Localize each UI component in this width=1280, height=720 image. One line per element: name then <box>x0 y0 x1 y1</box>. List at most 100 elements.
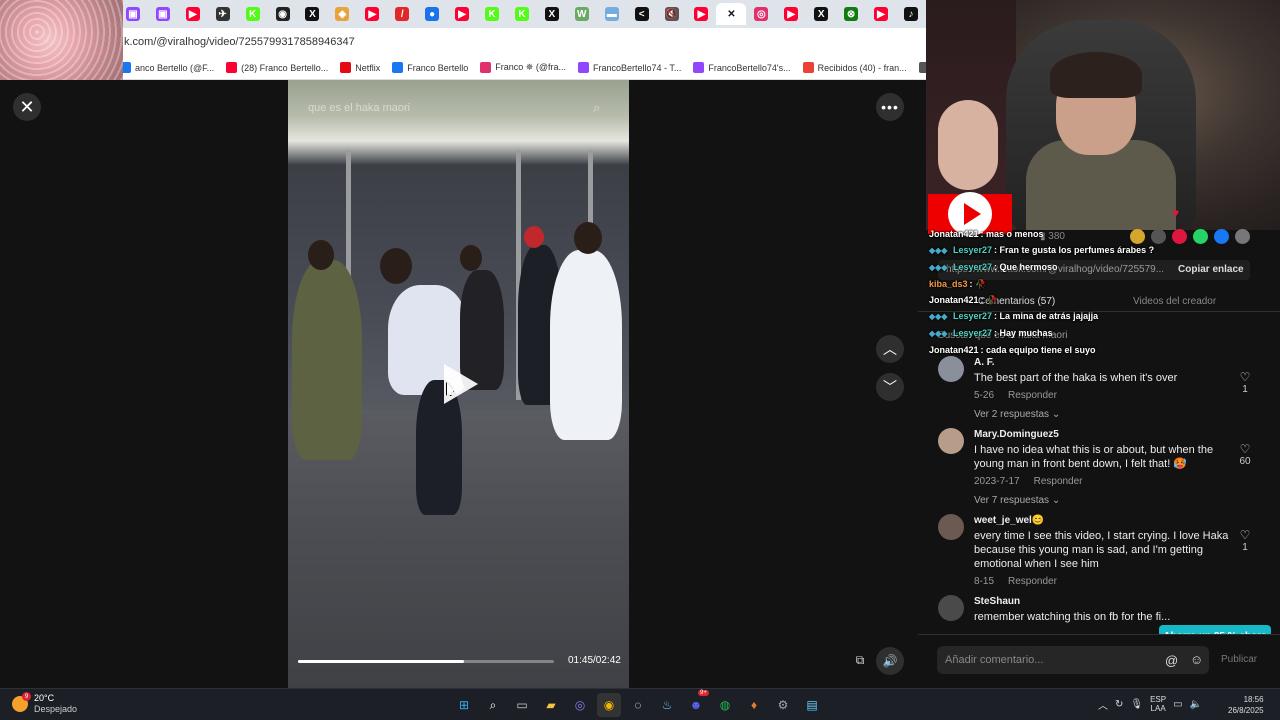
file-explorer-icon[interactable]: ▰ <box>539 693 563 717</box>
browser-tab[interactable]: ● <box>417 3 447 25</box>
instagram-icon: ◎ <box>754 7 769 21</box>
browser-tab[interactable]: X <box>298 3 328 25</box>
spotify-icon[interactable]: ◍ <box>713 693 737 717</box>
language-indicator[interactable]: ESP LAA <box>1150 695 1166 713</box>
browser-tab[interactable]: ◉ <box>268 3 298 25</box>
more-options-button[interactable]: ••• <box>876 93 904 121</box>
browser-tab[interactable]: ⊗ <box>836 3 866 25</box>
avatar[interactable] <box>938 356 964 382</box>
bookmark-item[interactable]: Franco ✵ (@fra... <box>480 62 566 73</box>
steam-icon[interactable]: ♨ <box>655 693 679 717</box>
previous-video-button[interactable]: ︿ <box>876 335 904 363</box>
browser-tab[interactable]: K <box>477 3 507 25</box>
discord-icon[interactable]: ☻ 9+ <box>684 690 709 717</box>
chrome-icon[interactable]: ◉ <box>597 693 621 717</box>
weather-sun-icon: 9 <box>12 692 31 712</box>
comment-author[interactable]: weet_je_wel😊 <box>974 514 1258 528</box>
bookmark-item[interactable]: FrancoBertello74's... <box>693 62 791 73</box>
volume-button[interactable]: 🔊 <box>876 647 904 675</box>
display-icon[interactable]: ▭ <box>1173 699 1182 710</box>
mention-icon[interactable]: @ <box>1165 653 1178 668</box>
bookmark-item[interactable]: Recibidos (40) - fran... <box>802 62 907 73</box>
view-replies-button[interactable]: Ver 2 respuestas ⌄ <box>974 409 1258 420</box>
browser-tab[interactable]: ▶ <box>178 3 208 25</box>
browser-tab[interactable]: ♪ <box>896 3 926 25</box>
browser-tab[interactable]: ✈ <box>208 3 238 25</box>
browser-tab[interactable]: ▶ <box>357 3 387 25</box>
video-player[interactable]: que es el haka maori ⌕ 01:45/02:42 <box>288 80 629 688</box>
browser-tab[interactable]: X <box>806 3 836 25</box>
browser-tab[interactable]: / <box>387 3 417 25</box>
whatsapp-icon[interactable] <box>1193 229 1208 244</box>
clock[interactable]: 18:56 26/8/2025 <box>1228 694 1264 716</box>
browser-tab[interactable]: K <box>238 3 268 25</box>
share-arrow-icon[interactable] <box>1235 229 1250 244</box>
comment-author[interactable]: A. F. <box>974 356 1258 370</box>
browser-tab[interactable]: ✕ <box>716 3 747 25</box>
bookmark-item[interactable]: Franco Bertello <box>392 62 468 73</box>
browser-tab[interactable]: X <box>537 3 567 25</box>
video-figure <box>550 250 622 440</box>
picture-in-picture-button[interactable]: ⧉ <box>848 648 872 672</box>
video-figure-head <box>574 222 602 254</box>
reply-button[interactable]: Responder <box>1034 476 1083 487</box>
publish-button[interactable]: Publicar <box>1221 654 1257 665</box>
avatar[interactable] <box>938 514 964 540</box>
browser-tab[interactable]: ▶ <box>866 3 896 25</box>
facebook-icon[interactable] <box>1214 229 1229 244</box>
browser-tab[interactable]: < <box>627 3 657 25</box>
comment-author[interactable]: SteShaun <box>974 595 1258 609</box>
like-button[interactable]: ♡ 1 <box>1238 528 1252 553</box>
obs-icon[interactable]: ◌ <box>626 693 650 717</box>
chevron-up-icon[interactable]: ︿ <box>1098 697 1108 712</box>
view-replies-button[interactable]: Ver 7 respuestas ⌄ <box>974 495 1258 506</box>
close-button[interactable]: ✕ <box>13 93 41 121</box>
x-icon: X <box>544 7 559 21</box>
browser-tab[interactable]: ▶ <box>776 3 806 25</box>
emoji-icon[interactable]: ☺ <box>1190 652 1203 667</box>
avatar[interactable] <box>938 428 964 454</box>
reply-button[interactable]: Responder <box>1008 576 1057 587</box>
next-video-button[interactable]: ﹀ <box>876 373 904 401</box>
browser-tab[interactable]: K <box>507 3 537 25</box>
like-button[interactable]: ♡ 60 <box>1238 442 1252 467</box>
search-icon[interactable]: ⌕ <box>593 100 600 116</box>
like-button[interactable]: ♡ 1 <box>1238 370 1252 395</box>
task-view-icon[interactable]: ▭ <box>510 693 534 717</box>
browser-tab[interactable]: ◎ <box>746 3 776 25</box>
kick-icon: K <box>245 7 260 21</box>
streamer-hair <box>1050 52 1142 98</box>
browser-tab[interactable]: W <box>567 3 597 25</box>
browser-tab[interactable]: ▬ <box>597 3 627 25</box>
sync-icon[interactable]: ↻ <box>1115 699 1123 710</box>
search-icon[interactable]: ⌕ <box>481 693 505 717</box>
play-icon[interactable] <box>444 364 478 404</box>
browser-tab[interactable]: ▣ <box>148 3 178 25</box>
bookmark-item[interactable]: anco Bertello (@F... <box>120 62 214 73</box>
bookmark-item[interactable]: Netflix <box>340 62 380 73</box>
browser-tab[interactable]: 🔇 <box>657 3 687 25</box>
view-replies-label: Ver 7 respuestas <box>974 495 1050 506</box>
game-launcher-icon[interactable]: ♦ <box>742 693 766 717</box>
reply-button[interactable]: Responder <box>1008 390 1057 401</box>
weather-widget[interactable]: 9 20°C Despejado <box>12 692 77 715</box>
avatar[interactable] <box>938 595 964 621</box>
app-circle-icon[interactable]: ◎ <box>568 693 592 717</box>
bookmark-item[interactable]: outlook <box>918 62 926 73</box>
chat-badge-icon: ◆◆◆ <box>929 329 948 338</box>
settings-gear-icon[interactable]: ⚙ <box>771 693 795 717</box>
windows-start-icon[interactable]: ⊞ <box>452 693 476 717</box>
bookmark-item[interactable]: (28) Franco Bertello... <box>226 62 328 73</box>
browser-tab[interactable]: ▶ <box>447 3 477 25</box>
address-url[interactable]: k.com/@viralhog/video/725579931785894634… <box>124 36 355 48</box>
app-icon: ◆ <box>335 7 350 21</box>
bookmark-item[interactable]: FrancoBertello74 - T... <box>577 62 681 73</box>
browser-tab[interactable]: ◆ <box>327 3 357 25</box>
browser-tab[interactable]: ▶ <box>687 3 717 25</box>
address-bar[interactable]: k.com/@viralhog/video/725579931785894634… <box>0 28 926 56</box>
video-progress-bar[interactable] <box>298 660 554 663</box>
comment-author[interactable]: Mary.Dominguez5 <box>974 428 1258 442</box>
volume-icon[interactable]: 🔈 <box>1190 699 1202 710</box>
notepad-icon[interactable]: ▤ <box>800 693 824 717</box>
microphone-icon[interactable]: 🎙 <box>1130 699 1143 710</box>
